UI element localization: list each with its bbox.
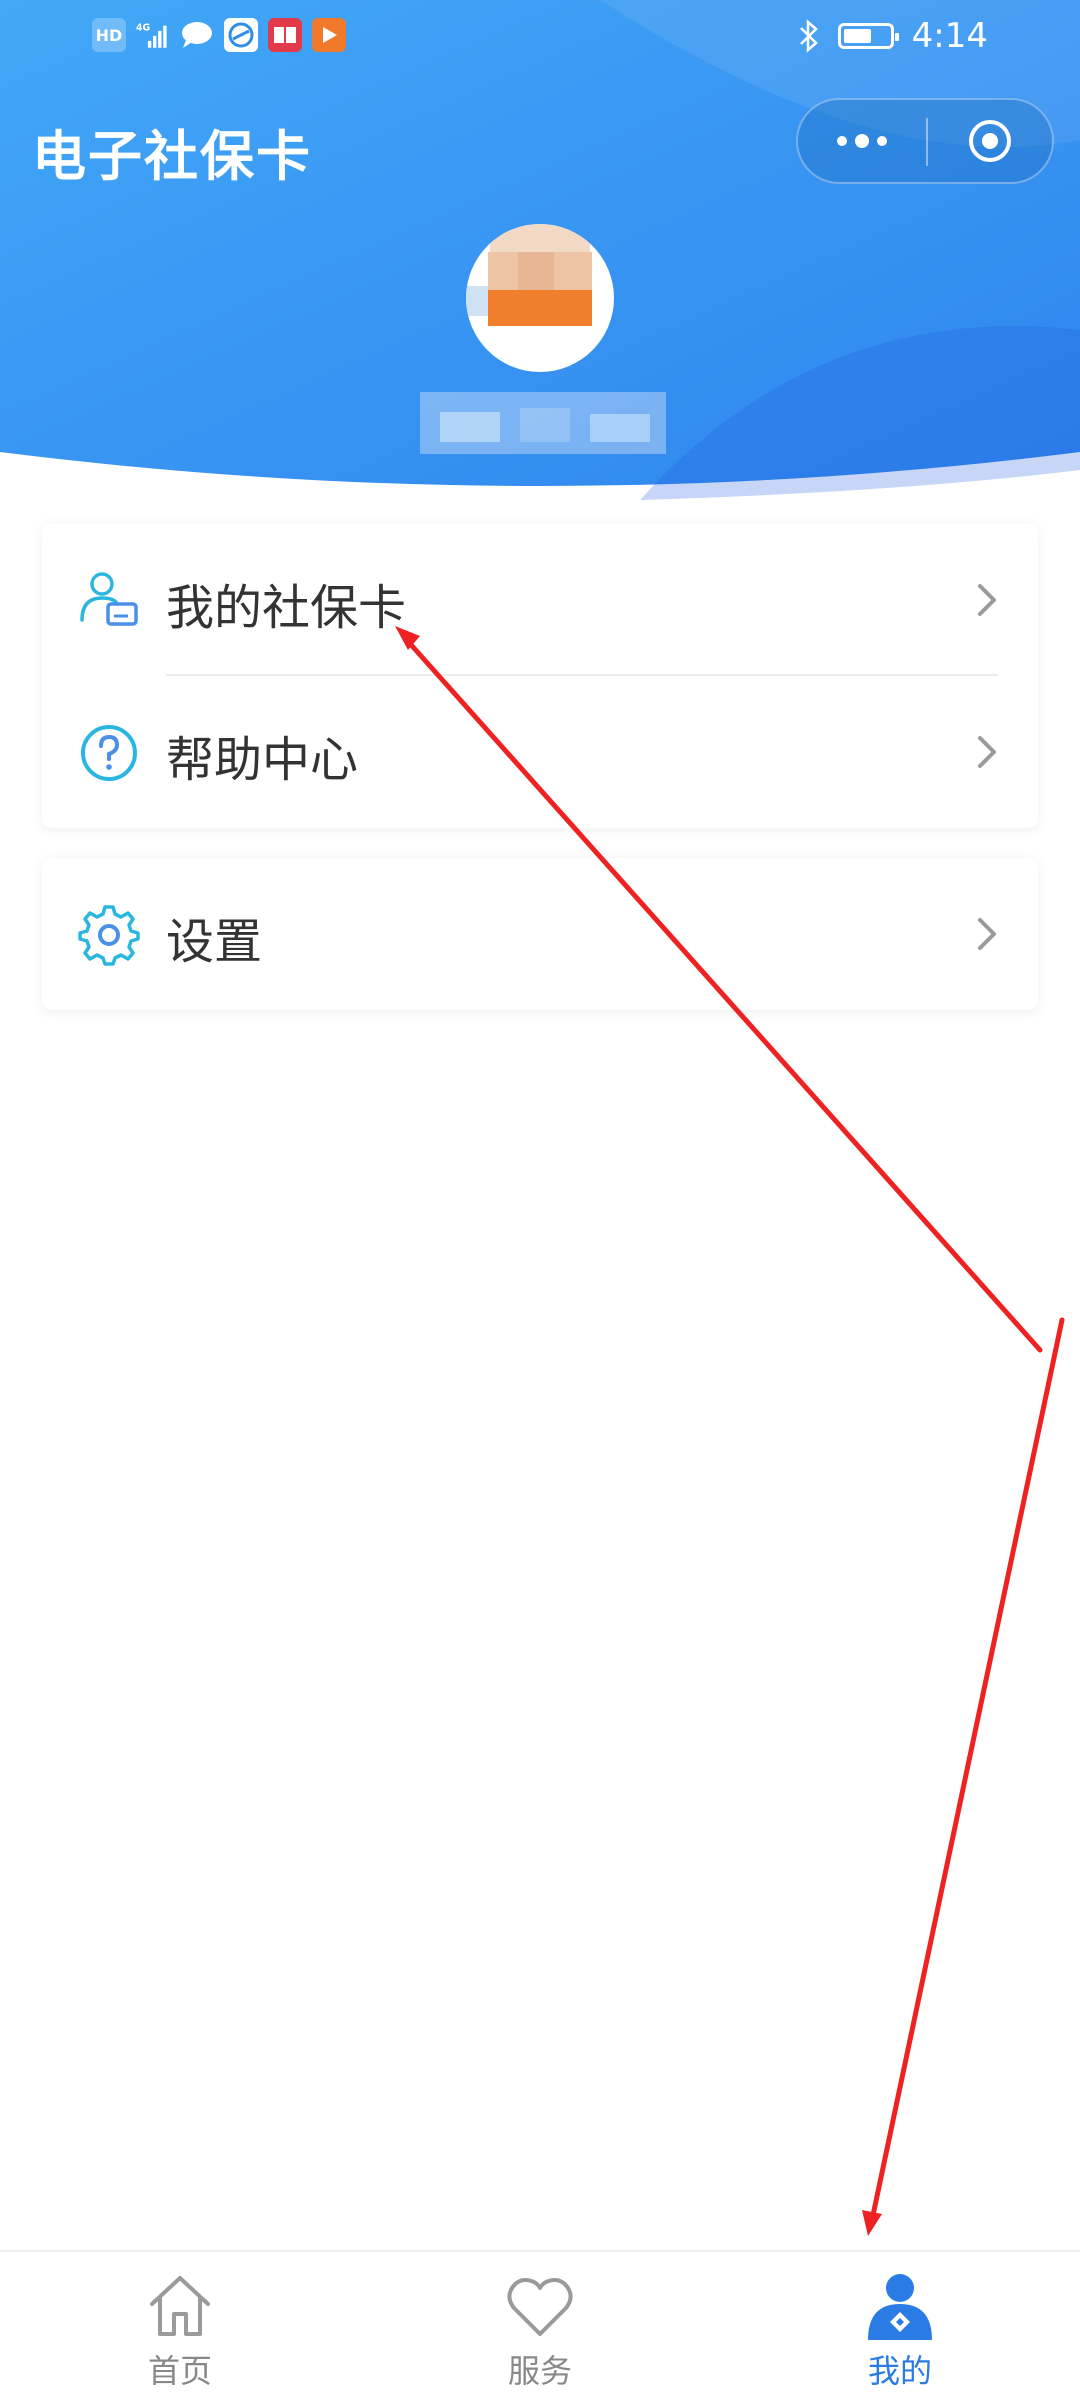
- help-circle-icon: [81, 725, 137, 781]
- close-button[interactable]: [928, 100, 1052, 182]
- hd-icon: HD: [92, 18, 126, 52]
- menu-item-my-social-card[interactable]: 我的社保卡: [42, 524, 1038, 676]
- more-dots-icon: [837, 134, 887, 148]
- annotation-arrowhead: [862, 2210, 882, 2236]
- chevron-right-icon: [978, 918, 996, 950]
- page-title: 电子社保卡: [32, 125, 312, 188]
- chat-icon: [180, 18, 214, 52]
- social-security-card-user-icon: [80, 572, 138, 626]
- status-icons: HD 4G: [92, 18, 346, 52]
- bottom-tab-bar: 首页 服务 我的: [0, 2250, 1080, 2402]
- profile-icon: [868, 2274, 932, 2340]
- target-close-icon: [969, 120, 1011, 162]
- menu-card-settings: 设置: [42, 858, 1038, 1010]
- tab-label: 首页: [147, 2352, 212, 2390]
- profile-header: HD 4G 4:14 电子社保卡: [0, 0, 1080, 500]
- tab-mine[interactable]: 我的: [720, 2252, 1080, 2402]
- miniprogram-capsule: [796, 98, 1054, 184]
- signal-4g-icon: 4G: [136, 18, 170, 52]
- chevron-right-icon: [978, 584, 996, 616]
- menu-item-label: 我的社保卡: [166, 580, 407, 636]
- heart-icon: [507, 2278, 573, 2336]
- browser-icon: [224, 18, 258, 52]
- menu-item-label: 设置: [166, 914, 263, 970]
- status-bar: HD 4G 4:14: [0, 0, 1080, 80]
- bluetooth-icon: [799, 19, 818, 53]
- reader-icon: [268, 18, 302, 52]
- battery-icon: [837, 23, 899, 49]
- username-blurred: [420, 392, 666, 454]
- video-icon: [312, 18, 346, 52]
- menu-item-settings[interactable]: 设置: [42, 858, 1038, 1010]
- menu-item-help-center[interactable]: 帮助中心: [42, 676, 1038, 828]
- tab-label: 服务: [507, 2352, 572, 2390]
- tab-home[interactable]: 首页: [0, 2252, 360, 2402]
- tab-label: 我的: [867, 2352, 932, 2390]
- menu-item-label: 帮助中心: [166, 732, 359, 788]
- gear-icon: [78, 905, 140, 966]
- clock: 4:14: [911, 16, 988, 56]
- svg-text:4G: 4G: [136, 23, 150, 34]
- menu-card-primary: 我的社保卡 帮助中心: [42, 524, 1038, 828]
- tab-services[interactable]: 服务: [360, 2252, 720, 2402]
- avatar[interactable]: [466, 224, 614, 372]
- annotation-arrow-to-tab: [869, 1317, 1065, 2223]
- home-icon: [150, 2276, 210, 2336]
- chevron-right-icon: [978, 736, 996, 768]
- more-button[interactable]: [798, 100, 926, 182]
- status-right: 4:14: [798, 16, 988, 56]
